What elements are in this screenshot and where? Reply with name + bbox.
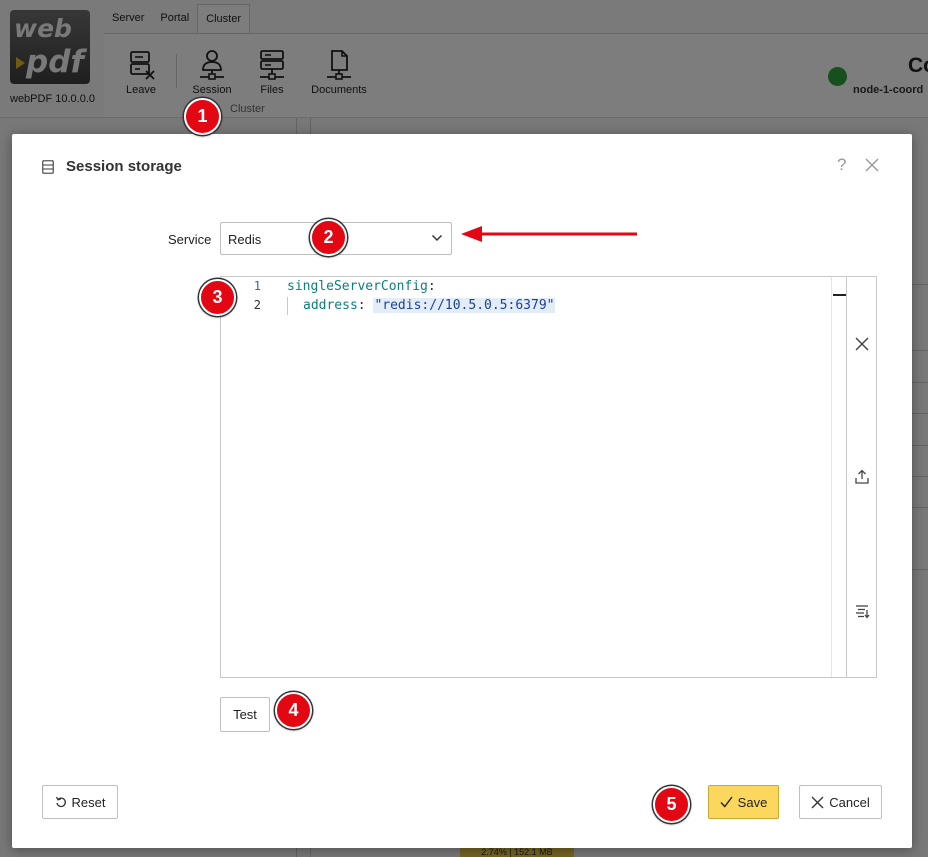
scrollbar-thumb[interactable] xyxy=(833,294,846,296)
code-content: singleServerConfig: address: "redis://10… xyxy=(287,277,556,337)
reset-button[interactable]: Reset xyxy=(42,785,118,819)
code-line: singleServerConfig: xyxy=(287,277,436,296)
help-icon[interactable]: ? xyxy=(837,155,846,175)
annotation-badge-4: 4 xyxy=(275,692,312,729)
line-number-gutter: 1 2 xyxy=(221,277,277,677)
dialog-title: Session storage xyxy=(66,158,182,175)
yaml-colon: : xyxy=(357,298,366,313)
clear-icon[interactable] xyxy=(853,335,871,353)
yaml-key: singleServerConfig xyxy=(287,279,428,294)
storage-icon xyxy=(42,160,54,174)
test-button[interactable]: Test xyxy=(220,697,270,732)
annotation-badge-3: 3 xyxy=(199,279,236,316)
chevron-down-icon xyxy=(431,234,443,242)
annotation-badge-2: 2 xyxy=(310,219,347,256)
editor-scrollbar[interactable] xyxy=(831,277,846,677)
annotation-arrow xyxy=(461,226,637,242)
annotation-badge-1: 1 xyxy=(184,98,221,135)
cancel-button[interactable]: Cancel xyxy=(799,785,882,819)
yaml-string-value: "redis://10.5.0.5:6379" xyxy=(373,298,556,313)
save-button[interactable]: Save xyxy=(708,785,779,819)
yaml-key: address xyxy=(303,298,358,313)
test-button-label: Test xyxy=(233,707,257,722)
close-icon[interactable] xyxy=(865,158,879,172)
service-label: Service xyxy=(168,232,212,247)
format-icon[interactable] xyxy=(853,602,871,620)
checkmark-icon xyxy=(720,796,733,808)
close-icon xyxy=(811,796,824,808)
service-selected-value: Redis xyxy=(228,232,262,247)
config-code-editor[interactable]: 1 2 singleServerConfig: address: "redis:… xyxy=(220,276,877,678)
undo-icon xyxy=(55,796,66,808)
reset-button-label: Reset xyxy=(71,794,106,810)
save-button-label: Save xyxy=(737,794,768,810)
editor-toolbar xyxy=(846,277,876,677)
yaml-colon: : xyxy=(427,279,436,294)
upload-icon[interactable] xyxy=(853,468,871,486)
annotation-badge-5: 5 xyxy=(653,786,690,823)
code-line: address: "redis://10.5.0.5:6379" xyxy=(303,296,556,315)
cancel-button-label: Cancel xyxy=(829,794,870,810)
